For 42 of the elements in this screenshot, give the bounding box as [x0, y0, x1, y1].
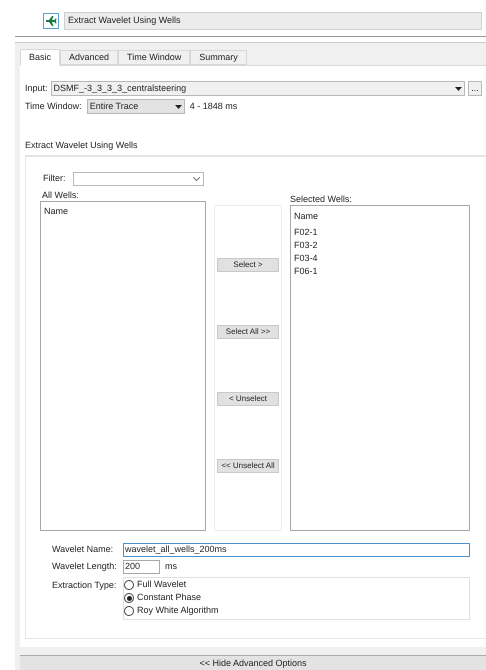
selected-wells-list[interactable]: Name F02-1 F03-2 F03-4 F06-1	[290, 204, 470, 530]
tab[interactable]: Basic	[20, 49, 60, 66]
wavelet-length-field[interactable]: 200	[123, 560, 160, 574]
all-wells-list[interactable]: Name	[40, 200, 206, 530]
column-header[interactable]: Name	[294, 210, 466, 223]
move-button[interactable]: Select >	[217, 258, 279, 272]
unit-label: ms	[165, 560, 177, 573]
browse-button[interactable]: ...	[468, 81, 482, 96]
time-window-dropdown[interactable]: Entire Trace	[86, 99, 185, 114]
airplane-icon	[43, 13, 59, 29]
column-header[interactable]: Name	[44, 206, 68, 216]
well-item[interactable]: F03-4	[294, 252, 466, 265]
move-button[interactable]: < Unselect	[217, 392, 279, 406]
move-button[interactable]: Select All >>	[217, 324, 279, 338]
time-range-text: 4 - 1848 ms	[190, 100, 238, 113]
all-wells-label: All Wells:	[41, 188, 80, 200]
wavelet-length-label: Wavelet Length:	[52, 560, 118, 573]
tab[interactable]: Advanced	[60, 50, 118, 65]
input-label: Input:	[25, 82, 48, 95]
hide-advanced-options-button[interactable]: << Hide Advanced Options	[20, 656, 486, 670]
dropdown-arrow-icon	[455, 86, 462, 90]
input-dropdown[interactable]: DSMF_-3_3_3_3_centralsteering	[50, 81, 465, 96]
tab[interactable]: Time Window	[118, 50, 190, 65]
wavelet-name-label: Wavelet Name:	[52, 542, 114, 556]
group-title: Extract Wavelet Using Wells	[25, 139, 486, 156]
wavelet-name-field[interactable]: wavelet_all_wells_200ms	[123, 542, 470, 556]
radio-option[interactable]: Constant Phase	[124, 592, 469, 604]
well-item[interactable]: F02-1	[294, 226, 466, 239]
well-item[interactable]: F06-1	[294, 265, 466, 278]
chevron-down-icon	[192, 176, 200, 180]
time-window-label: Time Window:	[25, 100, 82, 113]
filter-label: Filter:	[43, 172, 66, 185]
radio-option[interactable]: Full Wavelet	[124, 578, 469, 592]
tab[interactable]: Summary	[190, 50, 247, 65]
extraction-type-label: Extraction Type:	[52, 578, 118, 592]
window-title: Extract Wavelet Using Wells	[64, 12, 482, 30]
filter-dropdown[interactable]	[72, 172, 204, 186]
move-button[interactable]: << Unselect All	[217, 458, 279, 472]
well-item[interactable]: F03-2	[294, 239, 466, 252]
selected-wells-label: Selected Wells:	[290, 192, 353, 204]
radio-option[interactable]: Roy White Algorithm	[124, 604, 469, 618]
dropdown-arrow-icon	[174, 104, 182, 108]
